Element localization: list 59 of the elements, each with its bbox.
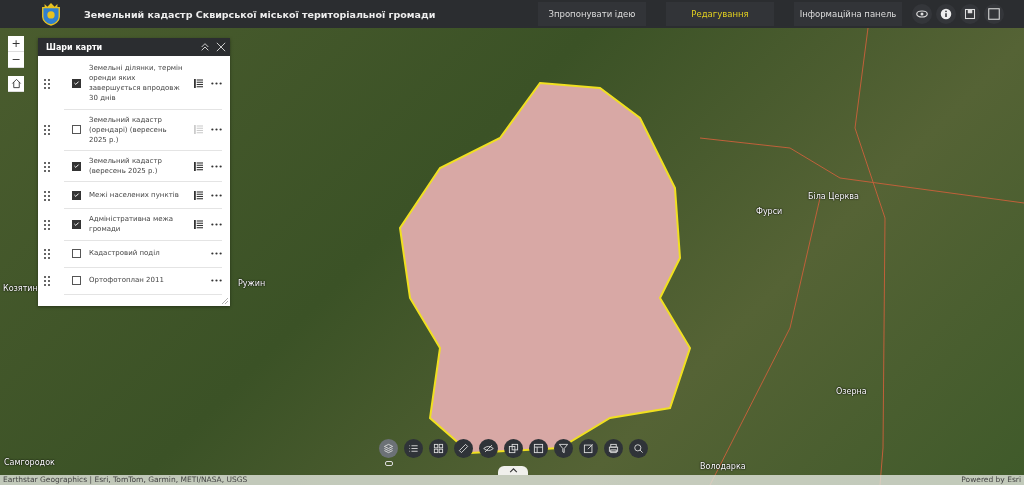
place-label: Ружин xyxy=(238,279,266,288)
layer-checkbox[interactable] xyxy=(72,78,81,88)
filter-icon[interactable] xyxy=(554,439,573,458)
edit-icon[interactable] xyxy=(579,439,598,458)
more-options-icon[interactable] xyxy=(211,81,222,85)
layer-checkbox[interactable] xyxy=(72,125,81,135)
caret-icon[interactable] xyxy=(508,468,518,473)
grid-icon[interactable] xyxy=(429,439,448,458)
expand-tab[interactable] xyxy=(498,466,528,475)
drag-handle-icon[interactable] xyxy=(44,249,50,260)
place-label: Самгородок xyxy=(4,458,55,467)
list-icon[interactable] xyxy=(404,439,423,458)
place-label: Володарка xyxy=(700,462,746,471)
more-options-icon[interactable] xyxy=(211,128,222,132)
layer-checkbox[interactable] xyxy=(72,249,81,259)
place-label: Фурси xyxy=(756,207,783,216)
drag-handle-icon[interactable] xyxy=(44,219,50,230)
nav-tab[interactable]: Зпропонувати ідею xyxy=(538,2,646,26)
nav-tab[interactable]: Редагування xyxy=(666,2,774,26)
more-options-icon[interactable] xyxy=(211,193,222,197)
home-button[interactable] xyxy=(8,76,24,92)
fullscreen-icon[interactable] xyxy=(984,4,1004,24)
legend-icon[interactable] xyxy=(194,219,203,229)
collapse-icon[interactable] xyxy=(200,42,210,52)
legend-icon[interactable] xyxy=(194,161,203,171)
coat-of-arms-icon xyxy=(40,2,62,26)
resize-handle-icon[interactable] xyxy=(222,298,228,304)
drag-handle-icon[interactable] xyxy=(44,78,50,89)
more-options-icon[interactable] xyxy=(211,164,222,168)
layer-checkbox[interactable] xyxy=(72,276,81,286)
info-icon[interactable] xyxy=(936,4,956,24)
layer-checkbox[interactable] xyxy=(72,190,81,200)
zoom-in-button[interactable]: + xyxy=(8,36,24,52)
drag-handle-icon[interactable] xyxy=(44,161,50,172)
drag-handle-icon[interactable] xyxy=(44,190,50,201)
app-title: Земельний кадастр Сквирської міської територіальної громади xyxy=(84,8,436,20)
ruler-icon[interactable] xyxy=(454,439,473,458)
more-options-icon[interactable] xyxy=(211,279,222,283)
active-indicator xyxy=(384,461,393,466)
layer-checkbox[interactable] xyxy=(72,161,81,171)
place-label: Озерна xyxy=(836,387,867,396)
zoom-out-button[interactable]: − xyxy=(8,52,24,68)
legend-icon[interactable] xyxy=(194,190,203,200)
panel-title: Шари карти xyxy=(46,42,103,52)
eye-icon[interactable] xyxy=(912,4,932,24)
print-icon[interactable] xyxy=(604,439,623,458)
drag-handle-icon[interactable] xyxy=(44,276,50,287)
more-options-icon[interactable] xyxy=(211,252,222,256)
search-icon[interactable] xyxy=(629,439,648,458)
layers-icon[interactable] xyxy=(379,439,398,458)
place-label: Козятин xyxy=(3,284,38,293)
drag-handle-icon[interactable] xyxy=(44,125,50,136)
layer-checkbox[interactable] xyxy=(72,219,81,229)
close-icon[interactable] xyxy=(216,42,226,52)
nav-tab[interactable]: Інформаційна панель xyxy=(794,2,902,26)
save-icon[interactable] xyxy=(960,4,980,24)
place-label: Біла Церква xyxy=(808,192,859,201)
legend-icon[interactable] xyxy=(194,78,203,88)
more-options-icon[interactable] xyxy=(211,222,222,226)
